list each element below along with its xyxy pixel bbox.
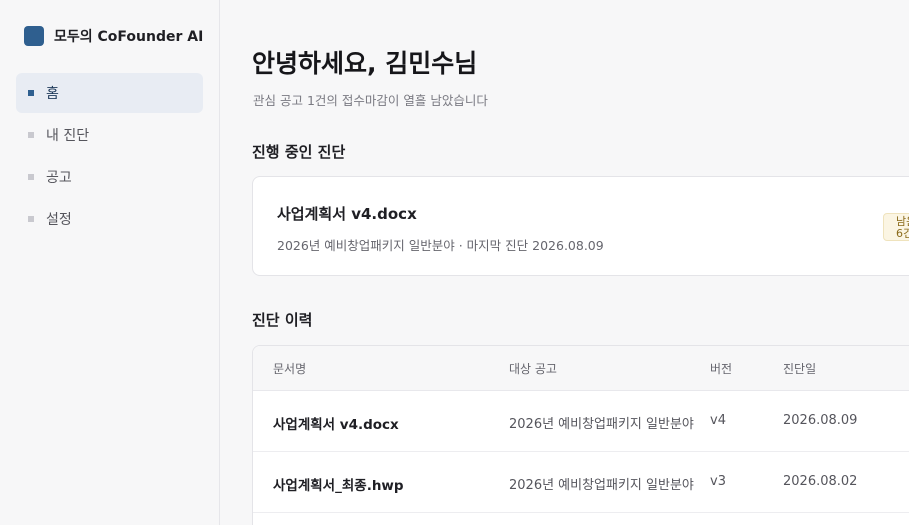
sidebar-item-label: 공고: [46, 170, 72, 186]
square-bullet-icon: [28, 90, 34, 96]
table-row[interactable]: 사업계획서_최종.hwp 2026년 예비창업패키지 일반분야 v3 2026.…: [253, 452, 909, 513]
column-header-doc: 문서명: [273, 362, 307, 376]
sidebar-item-my-diagnosis[interactable]: 내 진단: [16, 115, 203, 155]
sidebar-item-announcements[interactable]: 공고: [16, 157, 203, 197]
history-table: 문서명 대상 공고 버전 진단일 사업계획서 v4.docx 2026년 예비창…: [252, 345, 909, 525]
sidebar-item-label: 설정: [46, 212, 72, 228]
column-header-date: 진단일: [783, 362, 817, 376]
row-date: 2026.08.02: [783, 474, 858, 489]
in-progress-card[interactable]: 사업계획서 v4.docx 2026년 예비창업패키지 일반분야 · 마지막 진…: [252, 176, 909, 276]
brand-name: 모두의 CoFounder AI: [54, 29, 204, 45]
column-header-version: 버전: [710, 362, 733, 376]
brand[interactable]: 모두의 CoFounder AI: [24, 26, 203, 46]
row-doc-name: 사업계획서 v4.docx: [273, 417, 399, 433]
main-content: 안녕하세요, 김민수님 관심 공고 1건의 접수마감이 열흘 남았습니다 진행 …: [220, 0, 909, 525]
sidebar-item-label: 홈: [46, 86, 59, 102]
badge-line-2: 6건: [896, 227, 909, 240]
table-header: 문서명 대상 공고 버전 진단일: [253, 346, 909, 391]
row-version: v4: [710, 413, 726, 428]
square-bullet-icon: [28, 132, 34, 138]
sidebar-item-settings[interactable]: 설정: [16, 199, 203, 239]
history-section-title: 진단 이력: [252, 311, 313, 329]
card-meta: 2026년 예비창업패키지 일반분야 · 마지막 진단 2026.08.09: [277, 238, 604, 253]
square-bullet-icon: [28, 174, 34, 180]
in-progress-section-title: 진행 중인 진단: [252, 143, 346, 161]
sidebar-item-label: 내 진단: [46, 128, 90, 144]
row-doc-name: 사업계획서_최종.hwp: [273, 478, 404, 494]
page-title: 안녕하세요, 김민수님: [252, 49, 478, 78]
table-row[interactable]: 사업계획서 v4.docx 2026년 예비창업패키지 일반분야 v4 2026…: [253, 391, 909, 452]
brand-logo-icon: [24, 26, 44, 46]
sidebar-item-home[interactable]: 홈: [16, 73, 203, 113]
page-subtitle: 관심 공고 1건의 접수마감이 열흘 남았습니다: [253, 93, 488, 108]
square-bullet-icon: [28, 216, 34, 222]
sidebar-nav: 홈 내 진단 공고 설정: [16, 73, 203, 241]
row-target: 2026년 예비창업패키지 일반분야: [509, 478, 694, 493]
row-version: v3: [710, 474, 726, 489]
deadline-badge: 남은 6건: [883, 213, 909, 241]
card-doc-name: 사업계획서 v4.docx: [277, 205, 417, 223]
row-date: 2026.08.09: [783, 413, 858, 428]
row-target: 2026년 예비창업패키지 일반분야: [509, 417, 694, 432]
column-header-target: 대상 공고: [509, 362, 557, 376]
sidebar: 모두의 CoFounder AI 홈 내 진단 공고 설정: [0, 0, 220, 525]
